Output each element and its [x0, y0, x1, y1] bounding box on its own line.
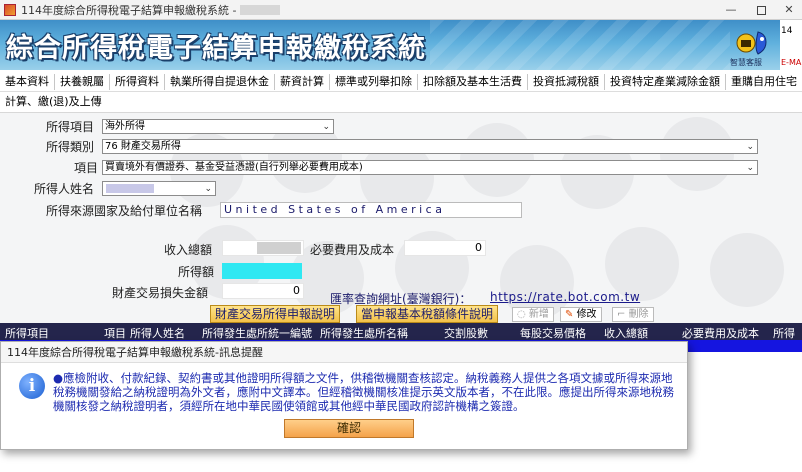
- dialog-title: 114年度綜合所得稅電子結算申報繳稅系統-訊息提醒: [1, 342, 687, 363]
- income-amount-label: 所得額: [178, 265, 215, 279]
- income-category-label: 所得類別: [46, 140, 95, 154]
- loss-amount-input[interactable]: 0: [222, 283, 304, 299]
- maximize-button[interactable]: [744, 0, 778, 20]
- col-income: 所得: [773, 327, 795, 340]
- necessary-cost-label: 必要費用及成本: [310, 243, 395, 257]
- window-title: 114年度綜合所得稅電子結算申報繳稅系統 -: [21, 3, 237, 17]
- delete-label: 刪除: [628, 309, 649, 320]
- banner-decoration: [430, 20, 730, 70]
- menu-salary-calc[interactable]: 薪資計算: [275, 73, 330, 90]
- chevron-down-icon: ⌄: [746, 142, 754, 152]
- col-income-item: 所得項目: [5, 327, 49, 340]
- confirm-button[interactable]: 確認: [284, 419, 414, 438]
- banner-side-char: 14: [781, 26, 793, 36]
- edit-label: 修改: [576, 309, 597, 320]
- banner-title: 綜合所得稅電子結算申報繳稅系統: [6, 33, 426, 64]
- col-item: 項目: [104, 327, 126, 340]
- total-income-label: 收入總額: [164, 243, 213, 257]
- dialog-message: ●應檢附收、付款紀錄、契約書或其他證明所得額之文件，供稽徵機關查核認定。納稅義務…: [53, 371, 674, 413]
- menu-retirement[interactable]: 執業所得自提退休金: [165, 73, 275, 90]
- minimize-button[interactable]: —: [714, 0, 748, 20]
- chevron-down-icon: ⌄: [204, 184, 212, 194]
- col-person: 所得人姓名: [130, 327, 185, 340]
- income-amount-field: [222, 263, 302, 279]
- income-table-header: 所得項目 項目 所得人姓名 所得發生處所統一編號 所得發生處所名稱 交割股數 每…: [0, 323, 802, 340]
- app-banner: 綜合所得稅電子結算申報繳稅系統 智慧客服 14 E-MA: [0, 20, 802, 70]
- menu-basic-living[interactable]: 扣除額及基本生活費: [418, 73, 528, 90]
- exchange-rate-link[interactable]: https://rate.bot.com.tw: [490, 290, 640, 304]
- pencil-icon: ✎: [565, 309, 577, 320]
- capital-gains-explain-button[interactable]: 財產交易所得申報說明: [210, 305, 341, 323]
- basic-tax-conditions-button[interactable]: 當申報基本稅額條件說明: [356, 305, 499, 323]
- menu-deduction[interactable]: 標準或列舉扣除: [330, 73, 418, 90]
- info-icon: i: [19, 373, 45, 399]
- delete-button[interactable]: ⌐ 刪除: [612, 307, 654, 322]
- income-category-select[interactable]: 76 財產交易所得 ⌄: [102, 139, 758, 154]
- chevron-down-icon: ⌄: [322, 122, 330, 132]
- add-button[interactable]: ◌ 新增: [512, 307, 554, 322]
- maximize-icon: [756, 5, 766, 15]
- smart-service-label[interactable]: 智慧客服: [730, 57, 762, 68]
- col-price: 每股交易價格: [520, 327, 586, 340]
- reminder-dialog: 114年度綜合所得稅電子結算申報繳稅系統-訊息提醒 i ●應檢附收、付款紀錄、契…: [0, 341, 688, 450]
- item-select[interactable]: 買賣境外有價證券、基金受益憑證(自行列舉必要費用成本) ⌄: [102, 160, 758, 175]
- menu-basic-info[interactable]: 基本資料: [0, 73, 55, 90]
- necessary-cost-input[interactable]: 0: [404, 240, 486, 256]
- col-shares: 交割股數: [444, 327, 488, 340]
- app-icon: [4, 3, 16, 16]
- income-item-select[interactable]: 海外所得 ⌄: [102, 119, 334, 134]
- item-value: 買賣境外有價證券、基金受益憑證(自行列舉必要費用成本): [105, 162, 363, 173]
- redacted-name: [106, 184, 154, 193]
- income-item-label: 所得項目: [46, 120, 95, 134]
- source-country-input[interactable]: United States of America: [220, 202, 522, 218]
- redacted-title-part: [240, 4, 281, 15]
- delete-icon: ⌐: [617, 309, 629, 320]
- col-necessary-cost: 必要費用及成本: [682, 327, 759, 340]
- close-window-button[interactable]: ✕: [776, 0, 802, 20]
- redacted-amount: [257, 242, 301, 254]
- window-title-bar: 114年度綜合所得稅電子結算申報繳稅系統 -: [0, 0, 802, 20]
- banner-side-text: E-MA: [781, 58, 802, 67]
- main-menu-row2: 計算、繳(退)及上傳: [0, 92, 107, 110]
- loss-amount-label: 財產交易損失金額: [112, 286, 209, 300]
- source-country-label: 所得來源國家及給付單位名稱: [46, 204, 203, 218]
- menu-housing[interactable]: 重購自用住宅: [726, 74, 802, 90]
- income-item-value: 海外所得: [105, 121, 145, 132]
- menu-investment-credit[interactable]: 投資抵減稅額: [528, 73, 605, 90]
- col-payer-name: 所得發生處所名稱: [320, 327, 408, 340]
- banner-right-strip: 14 E-MA: [780, 20, 802, 70]
- income-form: 所得項目 海外所得 ⌄ 所得類別 76 財產交易所得 ⌄ 項目 買賣境外有價證券…: [0, 112, 802, 324]
- person-name-label: 所得人姓名: [34, 182, 95, 196]
- watermark: [710, 233, 784, 307]
- edit-button[interactable]: ✎ 修改: [560, 307, 602, 322]
- menu-industry-deduction[interactable]: 投資特定產業減除金額: [605, 73, 726, 90]
- col-total-income: 收入總額: [604, 327, 648, 340]
- smart-service-mascot-icon[interactable]: [736, 28, 772, 56]
- item-label: 項目: [74, 161, 99, 175]
- add-label: 新增: [528, 309, 549, 320]
- watermark: [660, 117, 734, 191]
- total-income-input[interactable]: [222, 240, 304, 256]
- chevron-down-icon: ⌄: [746, 163, 754, 173]
- menu-calc-upload[interactable]: 計算、繳(退)及上傳: [0, 93, 107, 109]
- menu-income-data[interactable]: 所得資料: [110, 73, 165, 90]
- col-payer-id: 所得發生處所統一編號: [202, 327, 312, 340]
- income-category-value: 76 財產交易所得: [105, 141, 181, 152]
- person-name-select[interactable]: ⌄: [102, 181, 216, 196]
- menu-dependents[interactable]: 扶養親屬: [55, 73, 110, 90]
- add-icon: ◌: [517, 309, 529, 320]
- main-menu: 基本資料 扶養親屬 所得資料 執業所得自提退休金 薪資計算 標準或列舉扣除 扣除…: [0, 72, 802, 92]
